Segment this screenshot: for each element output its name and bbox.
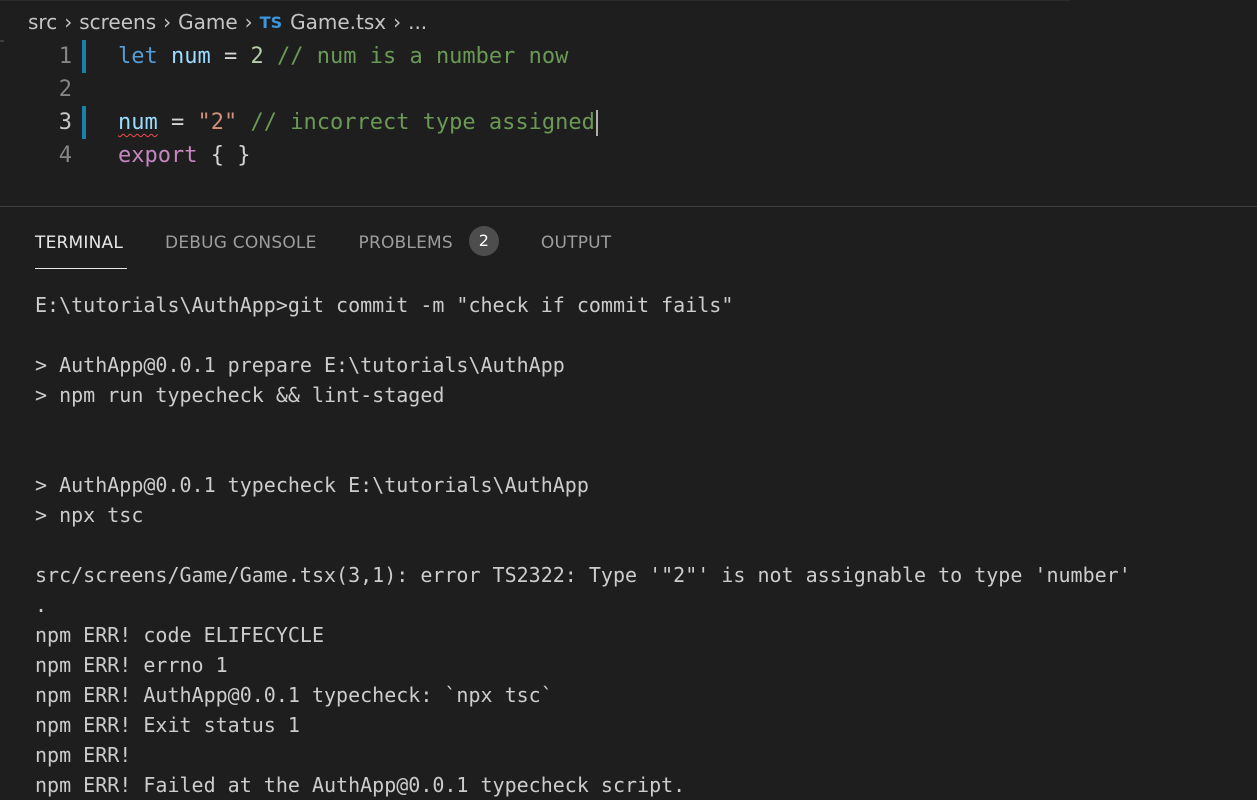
tab-problems[interactable]: PROBLEMS 2 bbox=[359, 223, 499, 263]
text-cursor bbox=[595, 110, 598, 136]
line-number: 4 bbox=[58, 143, 72, 168]
panel-tabs: TERMINAL DEBUG CONSOLE PROBLEMS 2 OUTPUT bbox=[35, 220, 653, 269]
problems-count-badge: 2 bbox=[468, 226, 499, 256]
breadcrumb: src › screens › Game › TS Game.tsx › ... bbox=[28, 8, 427, 36]
modified-line-marker[interactable] bbox=[82, 106, 86, 139]
terminal-line: > npx tsc bbox=[35, 503, 144, 527]
terminal-line: > AuthApp@0.0.1 typecheck E:\tutorials\A… bbox=[35, 473, 589, 497]
chevron-right-icon: › bbox=[393, 10, 402, 34]
code-text: let num = 2 // num is a number now bbox=[118, 40, 568, 73]
terminal-line: src/screens/Game/Game.tsx(3,1): error TS… bbox=[35, 563, 1131, 587]
top-divider bbox=[0, 0, 1070, 1]
code-text: export { } bbox=[118, 139, 250, 172]
terminal-line: npm ERR! AuthApp@0.0.1 typecheck: `npx t… bbox=[35, 683, 553, 707]
code-editor[interactable]: 1 let num = 2 // num is a number now 2 3… bbox=[0, 40, 1257, 200]
operator-token: = bbox=[171, 110, 185, 135]
breadcrumb-file[interactable]: Game.tsx bbox=[290, 10, 386, 34]
braces-token: { } bbox=[210, 143, 251, 168]
typescript-file-icon: TS bbox=[259, 12, 283, 32]
keyword-token: export bbox=[118, 143, 198, 168]
breadcrumb-symbols[interactable]: ... bbox=[408, 10, 427, 34]
code-line-3[interactable]: 3 num = "2" // incorrect type assigned bbox=[0, 106, 1257, 139]
chevron-right-icon: › bbox=[64, 10, 73, 34]
terminal-line: npm ERR! bbox=[35, 743, 132, 767]
line-number: 1 bbox=[58, 44, 72, 69]
panel-divider[interactable] bbox=[0, 206, 1257, 207]
terminal-output[interactable]: E:\tutorials\AuthApp>git commit -m "chec… bbox=[35, 290, 1245, 800]
code-text: num = "2" // incorrect type assigned bbox=[118, 106, 598, 139]
terminal-line: > AuthApp@0.0.1 prepare E:\tutorials\Aut… bbox=[35, 353, 565, 377]
line-number: 3 bbox=[58, 110, 72, 135]
chevron-right-icon: › bbox=[244, 10, 253, 34]
tab-terminal[interactable]: TERMINAL bbox=[35, 223, 128, 269]
code-line-4[interactable]: 4 export { } bbox=[0, 139, 1257, 172]
breadcrumb-screens[interactable]: screens bbox=[79, 10, 156, 34]
number-token: 2 bbox=[250, 44, 264, 69]
terminal-line: > npm run typecheck && lint-staged bbox=[35, 383, 445, 407]
modified-line-marker[interactable] bbox=[82, 40, 86, 73]
error-variable-token[interactable]: num bbox=[118, 110, 158, 135]
comment-token: // num is a number now bbox=[277, 44, 569, 69]
tab-problems-label: PROBLEMS bbox=[358, 233, 453, 253]
tab-output[interactable]: OUTPUT bbox=[541, 223, 612, 263]
terminal-line: npm ERR! Exit status 1 bbox=[35, 713, 300, 737]
string-token: "2" bbox=[197, 110, 238, 135]
terminal-line: . bbox=[35, 593, 48, 617]
breadcrumb-src[interactable]: src bbox=[28, 10, 57, 34]
terminal-line: npm ERR! Failed at the AuthApp@0.0.1 typ… bbox=[35, 773, 686, 797]
terminal-line: npm ERR! errno 1 bbox=[35, 653, 228, 677]
variable-token: num bbox=[171, 44, 211, 69]
chevron-right-icon: › bbox=[163, 10, 172, 34]
code-line-1[interactable]: 1 let num = 2 // num is a number now bbox=[0, 40, 1257, 73]
operator-token: = bbox=[224, 44, 238, 69]
breadcrumb-game[interactable]: Game bbox=[178, 10, 238, 34]
line-number: 2 bbox=[58, 77, 72, 102]
terminal-line: E:\tutorials\AuthApp>git commit -m "chec… bbox=[35, 293, 734, 317]
tab-debug-console[interactable]: DEBUG CONSOLE bbox=[165, 223, 316, 263]
terminal-line: npm ERR! code ELIFECYCLE bbox=[35, 623, 324, 647]
code-line-2[interactable]: 2 bbox=[0, 73, 1257, 106]
comment-token: // incorrect type assigned bbox=[250, 110, 595, 135]
keyword-token: let bbox=[118, 44, 158, 69]
